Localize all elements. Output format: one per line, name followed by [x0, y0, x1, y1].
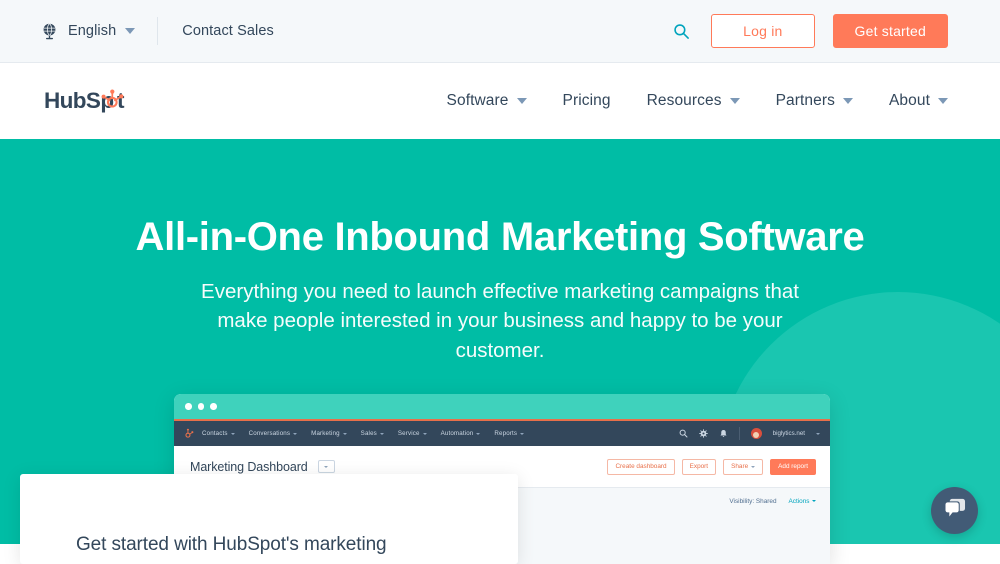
browser-chrome-bar — [174, 394, 830, 419]
language-selector[interactable]: English — [40, 22, 135, 41]
dashboard-nav-sales[interactable]: Sales — [361, 430, 384, 437]
dashboard-title: Marketing Dashboard — [190, 460, 308, 474]
nav-label: Software — [447, 92, 509, 110]
log-in-button[interactable]: Log in — [711, 14, 814, 48]
share-button[interactable]: Share — [723, 459, 763, 475]
chevron-down-icon — [293, 433, 297, 435]
nav-label: Pricing — [563, 92, 611, 110]
nav-label: Sales — [361, 430, 377, 437]
chevron-down-icon — [520, 433, 524, 435]
hubspot-logo[interactable]: HubSp t — [44, 87, 141, 115]
chevron-down-icon — [938, 98, 948, 104]
nav-item-software[interactable]: Software — [447, 92, 527, 110]
share-label: Share — [731, 463, 748, 470]
dashboard-nav-items: Contacts Conversations Marketing Sales S… — [202, 430, 524, 437]
svg-text:HubSp: HubSp — [44, 88, 114, 113]
hero-content: All-in-One Inbound Marketing Software Ev… — [0, 139, 1000, 365]
gear-icon[interactable] — [699, 429, 708, 438]
window-dot — [185, 403, 192, 410]
dashboard-selector-dropdown[interactable] — [318, 460, 335, 473]
chevron-down-icon — [231, 433, 235, 435]
chevron-down-icon — [423, 433, 427, 435]
nav-label: Resources — [647, 92, 722, 110]
dashboard-nav-contacts[interactable]: Contacts — [202, 430, 235, 437]
chevron-down-icon — [343, 433, 347, 435]
dashboard-navbar: Contacts Conversations Marketing Sales S… — [174, 419, 830, 446]
window-dot — [210, 403, 217, 410]
nav-item-partners[interactable]: Partners — [776, 92, 853, 110]
promo-card: Get started with HubSpot's marketing — [20, 474, 518, 564]
contact-sales-link[interactable]: Contact Sales — [182, 23, 274, 39]
dashboard-nav-automation[interactable]: Automation — [441, 430, 481, 437]
add-report-button[interactable]: Add report — [770, 459, 816, 475]
chevron-down-icon — [125, 28, 135, 34]
chevron-down-icon — [517, 98, 527, 104]
nav-item-resources[interactable]: Resources — [647, 92, 740, 110]
visibility-status: Visibility: Shared — [729, 498, 776, 505]
chevron-down-icon — [324, 466, 328, 468]
chevron-down-icon — [476, 433, 480, 435]
nav-label: Service — [398, 430, 420, 437]
get-started-button[interactable]: Get started — [833, 14, 948, 48]
actions-label: Actions — [789, 498, 810, 505]
language-label: English — [68, 23, 116, 39]
avatar[interactable] — [751, 428, 762, 439]
hubspot-sprocket-icon[interactable] — [174, 428, 202, 439]
avatar-face — [753, 432, 759, 438]
dashboard-nav-service[interactable]: Service — [398, 430, 427, 437]
export-button[interactable]: Export — [682, 459, 716, 475]
chat-bubble-icon — [942, 497, 967, 524]
nav-item-about[interactable]: About — [889, 92, 948, 110]
utility-bar: English Contact Sales Log in Get started — [0, 0, 1000, 63]
nav-label: Conversations — [249, 430, 291, 437]
nav-item-pricing[interactable]: Pricing — [563, 92, 611, 110]
dashboard-nav-conversations[interactable]: Conversations — [249, 430, 298, 437]
window-dot — [198, 403, 205, 410]
chevron-down-icon — [843, 98, 853, 104]
nav-label: Automation — [441, 430, 474, 437]
page-title: All-in-One Inbound Marketing Software — [0, 215, 1000, 259]
nav-label: Partners — [776, 92, 835, 110]
dashboard-navbar-right: biglytics.net — [679, 427, 820, 440]
nav-links: Software Pricing Resources Partners Abou… — [447, 92, 948, 110]
nav-label: Reports — [494, 430, 517, 437]
chevron-down-icon — [812, 500, 816, 502]
svg-text:t: t — [117, 88, 125, 113]
chevron-down-icon — [816, 433, 820, 435]
utility-bar-right: Log in Get started — [669, 14, 948, 48]
dashboard-nav-reports[interactable]: Reports — [494, 430, 524, 437]
nav-label: Contacts — [202, 430, 228, 437]
divider — [739, 427, 740, 440]
chevron-down-icon — [380, 433, 384, 435]
nav-label: About — [889, 92, 930, 110]
search-icon[interactable] — [679, 429, 688, 438]
hero-subtitle: Everything you need to launch effective … — [200, 277, 800, 365]
promo-heading: Get started with HubSpot's marketing — [76, 534, 387, 556]
main-navigation: HubSp t Software Pricing Resources Partn… — [0, 63, 1000, 139]
utility-divider — [157, 17, 158, 45]
chevron-down-icon — [751, 466, 755, 468]
create-dashboard-button[interactable]: Create dashboard — [607, 459, 674, 475]
nav-label: Marketing — [311, 430, 340, 437]
actions-dropdown[interactable]: Actions — [789, 498, 816, 505]
dashboard-action-buttons: Create dashboard Export Share Add report — [607, 459, 816, 475]
dashboard-nav-marketing[interactable]: Marketing — [311, 430, 347, 437]
chevron-down-icon — [730, 98, 740, 104]
utility-bar-left: English Contact Sales — [40, 17, 274, 45]
globe-icon — [40, 22, 59, 41]
account-name[interactable]: biglytics.net — [773, 430, 805, 437]
bell-icon[interactable] — [719, 429, 728, 438]
chat-widget-button[interactable] — [931, 487, 978, 534]
search-icon[interactable] — [669, 19, 693, 43]
